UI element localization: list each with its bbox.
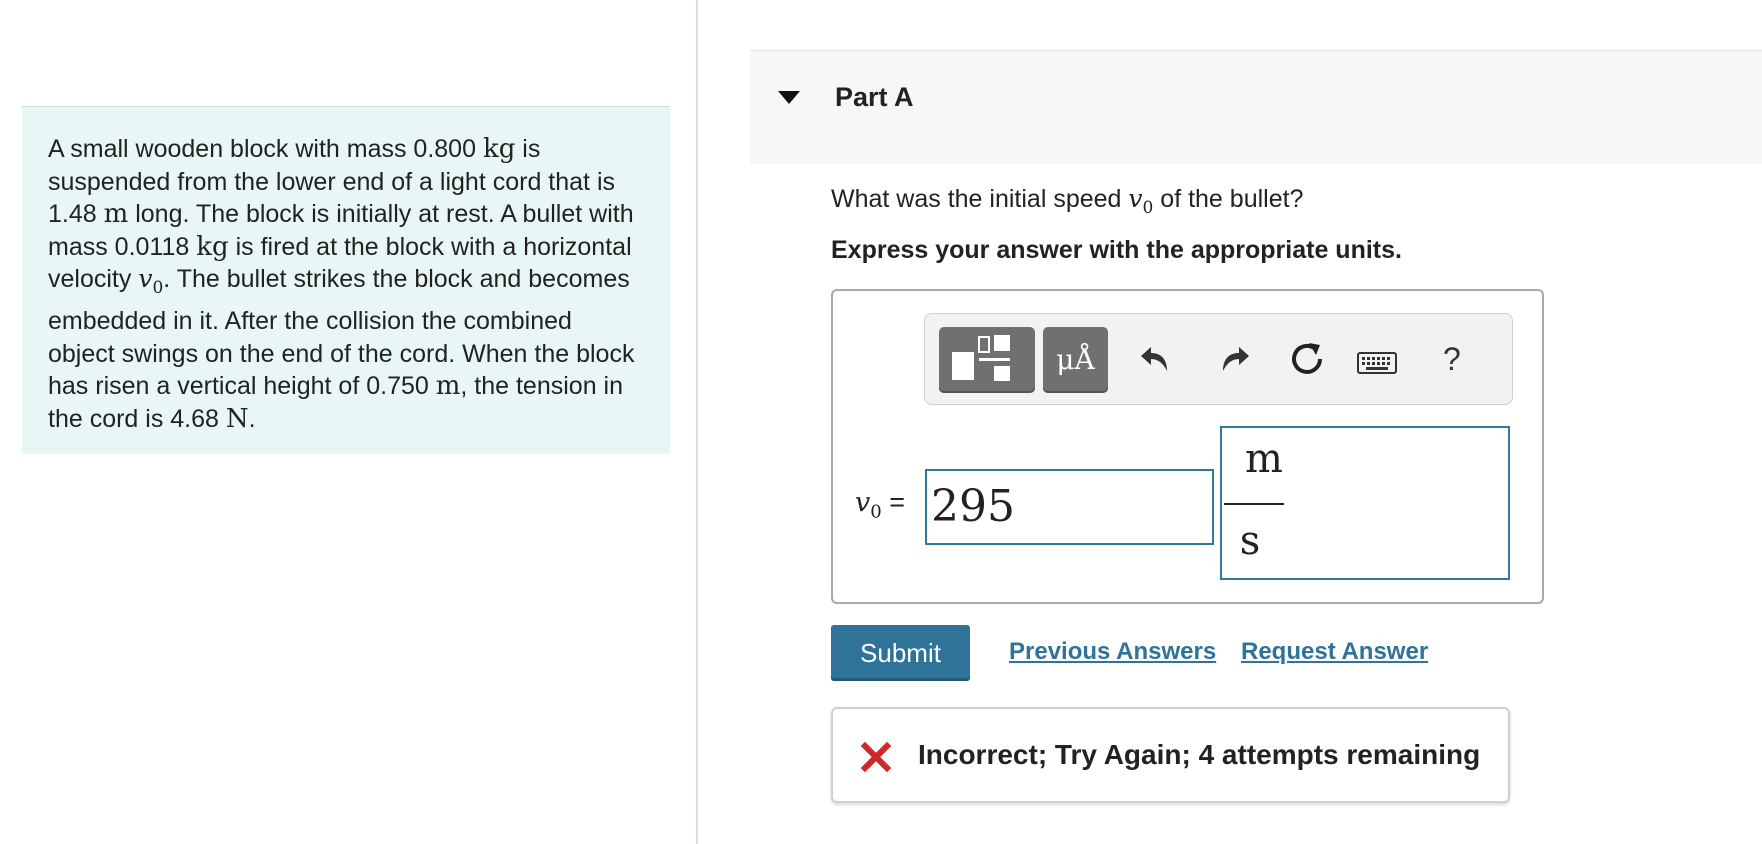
problem-text: . [248,404,256,433]
answer-variable-label: v0 = [855,487,905,522]
unit-fraction-bar [1224,503,1284,505]
problem-variable-sub: 0 [152,278,164,299]
unit-denominator: s [1239,518,1261,564]
templates-button[interactable] [939,327,1035,393]
problem-statement: A small wooden block with mass 0.800 kg … [22,106,670,454]
submit-button[interactable]: Submit [831,625,970,681]
feedback-text: Incorrect; Try Again; 4 attempts remaini… [918,739,1481,770]
problem-unit: kg [196,231,229,262]
keyboard-icon[interactable] [1356,343,1398,383]
undo-icon[interactable] [1137,339,1177,379]
question-before: What was the initial speed [831,185,1129,213]
problem-variable: v [138,264,153,294]
previous-answers-link[interactable]: Previous Answers [1009,638,1216,666]
unit-input[interactable]: m s [1220,426,1510,580]
math-toolbar: μÅ ? [924,313,1513,405]
request-answer-link[interactable]: Request Answer [1241,638,1428,666]
problem-unit: m [103,199,129,230]
question-variable-sub: 0 [1142,198,1154,218]
panel-divider [696,0,698,844]
feedback-box: Incorrect; Try Again; 4 attempts remaini… [831,707,1510,803]
templates-icon [952,335,1010,381]
problem-text: A small wooden block with mass 0.800 [48,135,483,163]
part-header[interactable]: Part A [750,50,1762,164]
unit-numerator: m [1245,436,1283,482]
problem-unit: kg [482,134,516,164]
question-after: of the bullet? [1153,185,1304,213]
redo-icon[interactable] [1213,339,1253,379]
answer-variable-sub: 0 [870,501,882,523]
problem-unit: m [435,371,461,402]
answer-value-input[interactable]: 295 [925,469,1214,545]
help-icon[interactable]: ? [1443,341,1461,381]
incorrect-x-icon [860,741,892,773]
caret-down-icon[interactable] [778,91,800,104]
question-text: What was the initial speed v0 of the bul… [831,184,1303,218]
reset-icon[interactable] [1287,339,1327,379]
problem-unit: N [225,403,249,434]
answer-box: μÅ ? v0 = 295 m s [831,289,1544,604]
instruction-text: Express your answer with the appropriate… [831,236,1402,264]
answer-equals: = [881,487,905,517]
part-title: Part A [835,82,914,112]
question-variable: v [1128,184,1143,213]
units-button[interactable]: μÅ [1043,327,1108,393]
answer-variable: v [855,487,871,518]
